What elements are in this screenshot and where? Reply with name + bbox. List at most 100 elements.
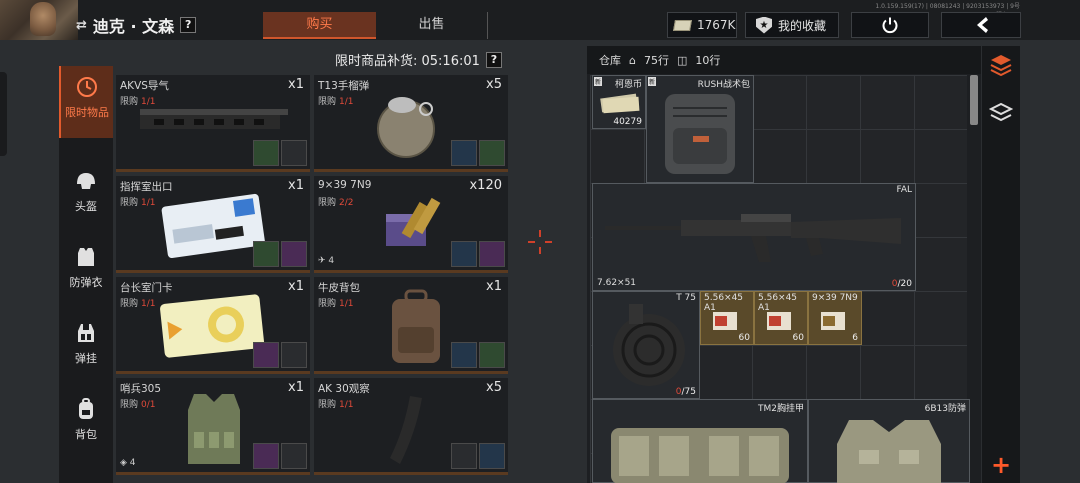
purchase-limit: 限购 0/1 (120, 400, 156, 410)
leather-backpack-icon (392, 289, 440, 363)
item-name: 牛皮背包 (318, 282, 360, 294)
inventory-item[interactable]: T 75 0/75 (592, 291, 700, 399)
chest-rig-icon (78, 324, 94, 342)
category-label: 头盔 (75, 200, 97, 213)
fal-rifle-icon (605, 214, 901, 262)
inventory-item[interactable]: TM2胸挂甲 (592, 399, 808, 483)
category-armor[interactable]: 防弹衣 (59, 236, 113, 308)
item-label: FAL (896, 185, 912, 195)
rifle-ammo-icon (767, 312, 791, 330)
help-icon[interactable]: ? (485, 51, 502, 68)
player-name: 迪克 · 文森 (92, 17, 175, 36)
ammo-box-icon (386, 197, 441, 246)
category-backpack[interactable]: 背包 (59, 388, 113, 460)
inventory-grid: 新 柯恩币 40279 新 RUSH战术包 FAL 7.62×51 0/20 T… (590, 75, 970, 483)
side-drawer-handle[interactable] (0, 72, 7, 156)
back-button[interactable] (941, 12, 1021, 38)
shield-star-icon: ★ (756, 16, 772, 34)
cost-slot (451, 140, 477, 166)
shop-card[interactable]: AKVS导气 x1 限购 1/1 (116, 75, 310, 172)
inventory-panel: 仓库 ⌂ 75行 ◫ 10行 新 柯恩币 40279 新 RUSH战术包 FAL… (587, 46, 981, 483)
currency-display: 1767K (667, 12, 737, 38)
shop-card[interactable]: T13手榴弹 x5 限购 1/1 (314, 75, 508, 172)
layer-button[interactable] (984, 96, 1018, 130)
new-badge: 新 (648, 77, 657, 86)
layers-icon (989, 102, 1013, 122)
help-icon[interactable]: ? (180, 17, 197, 33)
inventory-item[interactable]: 5.56×45 A1 60 (754, 291, 808, 345)
cost-slot (253, 443, 279, 469)
banknotes-icon (600, 93, 640, 114)
shop-card[interactable]: AK 30观察 x5 限购 1/1 (314, 378, 508, 475)
rifle-ammo-icon (713, 312, 737, 330)
inventory-item[interactable]: 5.56×45 A1 60 (700, 291, 754, 345)
power-button[interactable] (851, 12, 929, 38)
avatar[interactable] (0, 0, 78, 40)
ammo-count: 0/75 (675, 387, 696, 397)
currency-amount: 1767K (697, 18, 736, 32)
inventory-item[interactable]: 新 RUSH战术包 (646, 75, 754, 183)
item-label: 9×39 7N9 (812, 293, 858, 303)
item-note: ✈ 4 (318, 256, 335, 266)
helmet-icon (77, 173, 95, 189)
shop-card[interactable]: 指挥室出口 x1 限购 1/1 (116, 176, 310, 273)
category-label: 限时物品 (65, 106, 109, 119)
purchase-limit: 限购 1/1 (318, 299, 354, 309)
inventory-scrollbar[interactable] (970, 75, 978, 125)
inventory-label: 仓库 (599, 54, 621, 67)
power-icon (882, 17, 898, 34)
favorites-label: 我的收藏 (778, 18, 827, 33)
shop-card[interactable]: 牛皮背包 x1 限购 1/1 (314, 277, 508, 374)
camo-vest-icon (188, 394, 240, 464)
purchase-limit: 限购 2/2 (318, 198, 354, 208)
tab-buy[interactable]: 购买 (263, 12, 376, 39)
bag-rows: 10行 (695, 54, 721, 67)
category-label: 弹挂 (75, 352, 97, 365)
ak-magazine-icon (390, 396, 422, 464)
item-count: 60 (792, 333, 804, 343)
new-badge: 新 (594, 77, 603, 86)
keycard-blue-icon (161, 193, 265, 258)
tab-sell[interactable]: 出售 (376, 12, 488, 39)
shop-card[interactable]: 9×39 7N9 x120 限购 2/2 ✈ 4 (314, 176, 508, 273)
item-name: AK 30观察 (318, 383, 370, 395)
swap-arrows-icon[interactable]: ⇄ (76, 18, 87, 33)
home-rows: 75行 (643, 54, 669, 67)
item-quantity: x5 (486, 380, 502, 395)
cost-slot (451, 443, 477, 469)
inventory-item[interactable]: 新 柯恩币 40279 (592, 75, 646, 129)
add-button[interactable]: + (984, 451, 1018, 481)
item-label: TM2胸挂甲 (758, 404, 804, 414)
cost-slot (451, 342, 477, 368)
item-quantity: x1 (288, 380, 304, 395)
inventory-item[interactable]: 9×39 7N9 6 (808, 291, 862, 345)
tactical-backpack-icon (665, 94, 735, 174)
cost-slot (451, 241, 477, 267)
cash-icon (673, 19, 692, 31)
item-name: AKVS导气 (120, 80, 169, 92)
sort-button[interactable] (984, 48, 1018, 82)
shop-card[interactable]: 哨兵305 x1 限购 0/1 ◈ 4 (116, 378, 310, 475)
category-helmet[interactable]: 头盔 (59, 160, 113, 232)
favorites-button[interactable]: ★ 我的收藏 (745, 12, 839, 38)
item-note: ◈ 4 (120, 458, 136, 468)
clock-icon (77, 77, 97, 97)
cost-slot (253, 241, 279, 267)
item-name: 哨兵305 (120, 383, 162, 395)
inventory-item[interactable]: 6B13防弹 (808, 399, 970, 483)
cost-slot (281, 241, 307, 267)
inventory-item[interactable]: FAL 7.62×51 0/20 (592, 183, 916, 291)
shop-grid: AKVS导气 x1 限购 1/1 T13手榴弹 x5 限购 1/1 指挥室出口 x1… (116, 75, 508, 483)
category-chest-rig[interactable]: 弹挂 (59, 312, 113, 384)
bag-icon: ◫ (676, 53, 688, 67)
item-count: 40279 (613, 117, 642, 127)
armor-vest-icon (78, 248, 94, 266)
category-limited[interactable]: 限时物品 (59, 66, 113, 138)
grenade-icon (377, 97, 435, 158)
category-label: 背包 (75, 428, 97, 441)
home-icon: ⌂ (629, 53, 636, 67)
category-label: 防弹衣 (69, 276, 103, 289)
shop-card[interactable]: 台长室门卡 x1 限购 1/1 (116, 277, 310, 374)
item-count: 60 (738, 333, 750, 343)
purchase-limit: 限购 1/1 (318, 97, 354, 107)
